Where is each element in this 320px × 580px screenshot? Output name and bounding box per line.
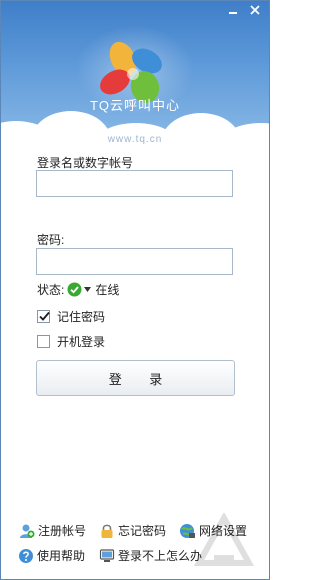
register-account-link[interactable]: 注册帐号: [18, 522, 86, 539]
forgot-password-label: 忘记密码: [118, 524, 167, 538]
login-window: TQ云呼叫中心 www.tq.cn 登录名或数字帐号 密码: 状态: 在线 记住…: [0, 0, 270, 580]
close-button[interactable]: [247, 4, 263, 17]
remember-password-row[interactable]: 记住密码: [37, 308, 105, 325]
password-input[interactable]: [36, 248, 233, 275]
close-icon: [250, 5, 260, 15]
account-input[interactable]: [36, 170, 233, 197]
online-check-icon: [67, 282, 82, 296]
lock-icon: [101, 524, 113, 538]
network-globe-icon: [180, 523, 195, 538]
account-label: 登录名或数字帐号: [37, 156, 134, 170]
auto-login-label: 开机登录: [57, 335, 106, 349]
password-label: 密码:: [37, 233, 65, 247]
header-banner: TQ云呼叫中心 www.tq.cn: [1, 1, 269, 181]
help-icon: [19, 548, 33, 563]
checkmark-icon: [39, 311, 50, 321]
status-selector[interactable]: [64, 282, 92, 297]
status-row: 状态: 在线: [37, 280, 119, 298]
status-value: 在线: [95, 282, 120, 297]
remember-password-label: 记住密码: [57, 310, 106, 324]
remember-password-checkbox[interactable]: [37, 310, 50, 323]
login-button[interactable]: 登 录: [36, 360, 235, 396]
network-settings-label: 网络设置: [199, 524, 248, 538]
add-user-icon: [20, 524, 35, 538]
brand-name: TQ云呼叫中心: [89, 98, 181, 113]
computer-icon: [99, 548, 115, 562]
status-label: 状态:: [37, 282, 65, 297]
help-link[interactable]: 使用帮助: [18, 547, 85, 564]
minimize-button[interactable]: [225, 4, 241, 17]
forgot-password-link[interactable]: 忘记密码: [99, 522, 166, 539]
cant-login-link[interactable]: 登录不上怎么办: [99, 547, 202, 564]
minimize-icon: [229, 12, 237, 14]
auto-login-row[interactable]: 开机登录: [37, 333, 105, 350]
auto-login-checkbox[interactable]: [37, 335, 50, 348]
chevron-down-icon: [84, 286, 92, 292]
network-settings-link[interactable]: 网络设置: [179, 522, 247, 539]
brand-url: www.tq.cn: [107, 134, 163, 145]
register-account-label: 注册帐号: [38, 524, 87, 538]
cant-login-label: 登录不上怎么办: [118, 549, 203, 563]
help-label: 使用帮助: [37, 549, 86, 563]
